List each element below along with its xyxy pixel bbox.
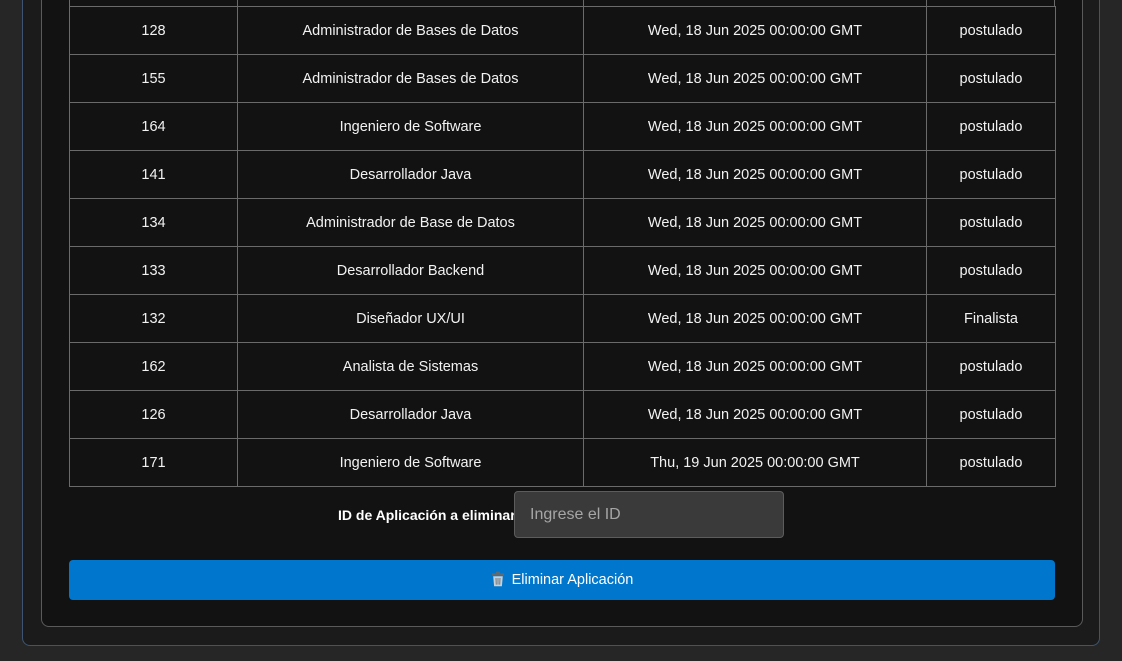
cell-status: postulado bbox=[926, 342, 1056, 391]
cell-position: Desarrollador Backend bbox=[237, 246, 584, 295]
delete-application-button[interactable]: Eliminar Aplicación bbox=[69, 560, 1055, 600]
cell-id: 155 bbox=[69, 54, 238, 103]
cell-position: Administrador de Bases de Datos bbox=[237, 54, 584, 103]
table-row: 128 Administrador de Bases de Datos Wed, 1… bbox=[69, 6, 1056, 55]
cell-id: 133 bbox=[69, 246, 238, 295]
trash-icon bbox=[491, 571, 504, 587]
table-row: 164 Ingeniero de Software Wed, 18 Jun 2025… bbox=[69, 102, 1056, 151]
cell-date: Wed, 18 Jun 2025 00:00:00 GMT bbox=[583, 294, 927, 343]
cell-position: Administrador de Bases de Datos bbox=[237, 6, 584, 55]
applications-table-body: 128 Administrador de Bases de Datos Wed, 1… bbox=[69, 6, 1056, 487]
cell-status: Finalista bbox=[926, 294, 1056, 343]
table-row: 133 Desarrollador Backend Wed, 18 Jun 2025… bbox=[69, 246, 1056, 295]
cell-date: Wed, 18 Jun 2025 00:00:00 GMT bbox=[583, 390, 927, 439]
cell-date: Wed, 18 Jun 2025 00:00:00 GMT bbox=[583, 198, 927, 247]
delete-button-label: Eliminar Aplicación bbox=[511, 572, 634, 588]
cell-id: 171 bbox=[69, 438, 238, 487]
applications-table-wrapper: 128 Administrador de Bases de Datos Wed, 1… bbox=[69, 6, 1056, 487]
cell-id: 134 bbox=[69, 198, 238, 247]
table-row: 132 Diseñador UX/UI Wed, 18 Jun 2025 00:00… bbox=[69, 294, 1056, 343]
table-row: 126 Desarrollador Java Wed, 18 Jun 2025 00… bbox=[69, 390, 1056, 439]
cell-status: postulado bbox=[926, 6, 1056, 55]
table-row: 141 Desarrollador Java Wed, 18 Jun 2025 00… bbox=[69, 150, 1056, 199]
cell-status: postulado bbox=[926, 390, 1056, 439]
table-row: 134 Administrador de Base de Datos Wed, 18… bbox=[69, 198, 1056, 247]
cell-position: Analista de Sistemas bbox=[237, 342, 584, 391]
cell-date: Wed, 18 Jun 2025 00:00:00 GMT bbox=[583, 54, 927, 103]
table-row: 171 Ingeniero de Software Thu, 19 Jun 2025… bbox=[69, 438, 1056, 487]
cell-status: postulado bbox=[926, 54, 1056, 103]
cell-position: Desarrollador Java bbox=[237, 150, 584, 199]
cell-date: Wed, 18 Jun 2025 00:00:00 GMT bbox=[583, 246, 927, 295]
app-id-input[interactable] bbox=[514, 491, 784, 538]
cell-position: Administrador de Base de Datos bbox=[237, 198, 584, 247]
cell-position: Desarrollador Java bbox=[237, 390, 584, 439]
cell-id: 141 bbox=[69, 150, 238, 199]
cell-id: 164 bbox=[69, 102, 238, 151]
applications-table: 128 Administrador de Bases de Datos Wed, 1… bbox=[69, 6, 1056, 487]
app-id-label: ID de Aplicación a eliminar: bbox=[338, 507, 521, 523]
cell-date: Thu, 19 Jun 2025 00:00:00 GMT bbox=[583, 438, 927, 487]
delete-form: ID de Aplicación a eliminar: bbox=[0, 491, 1122, 538]
cell-position: Ingeniero de Software bbox=[237, 102, 584, 151]
cell-date: Wed, 18 Jun 2025 00:00:00 GMT bbox=[583, 342, 927, 391]
table-row: 162 Analista de Sistemas Wed, 18 Jun 2025 … bbox=[69, 342, 1056, 391]
cell-id: 126 bbox=[69, 390, 238, 439]
cell-status: postulado bbox=[926, 102, 1056, 151]
cell-date: Wed, 18 Jun 2025 00:00:00 GMT bbox=[583, 6, 927, 55]
cell-id: 162 bbox=[69, 342, 238, 391]
cell-position: Ingeniero de Software bbox=[237, 438, 584, 487]
cell-position: Diseñador UX/UI bbox=[237, 294, 584, 343]
cell-id: 132 bbox=[69, 294, 238, 343]
cell-date: Wed, 18 Jun 2025 00:00:00 GMT bbox=[583, 102, 927, 151]
cell-status: postulado bbox=[926, 246, 1056, 295]
cell-status: postulado bbox=[926, 198, 1056, 247]
cell-date: Wed, 18 Jun 2025 00:00:00 GMT bbox=[583, 150, 927, 199]
table-row: 155 Administrador de Bases de Datos Wed, 1… bbox=[69, 54, 1056, 103]
cell-status: postulado bbox=[926, 150, 1056, 199]
cell-id: 128 bbox=[69, 6, 238, 55]
cell-status: postulado bbox=[926, 438, 1056, 487]
